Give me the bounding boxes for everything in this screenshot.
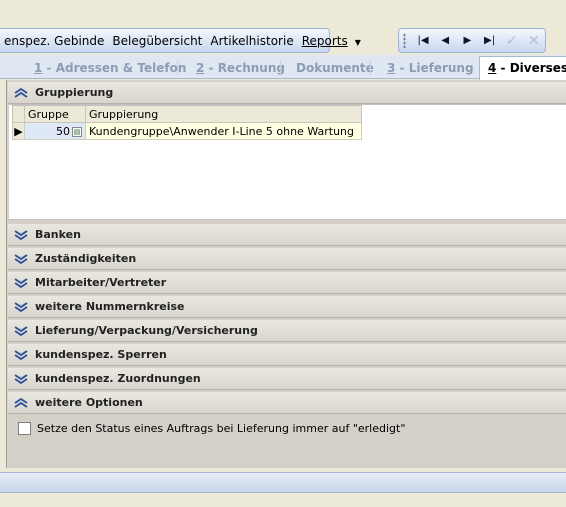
table-row[interactable]: ▶ 50 ▤ Kundengruppe\Anwender I-Line 5 ohn… — [12, 122, 362, 140]
tab-separator — [280, 61, 281, 75]
expand-chevron-icon — [13, 227, 29, 243]
section-title: kundenspez. Sperren — [35, 348, 167, 361]
expand-chevron-icon — [13, 371, 29, 387]
menu-item-gebinde[interactable]: enspez. Gebinde — [0, 34, 108, 48]
tab-rechnung[interactable]: 2 - Rechnung — [196, 58, 285, 79]
section-title: weitere Optionen — [35, 396, 143, 409]
weitere-optionen-panel: Setze den Status eines Auftrags bei Lief… — [8, 414, 566, 468]
tab-label: - Lieferung — [395, 61, 474, 75]
menu-bar: enspez. Gebinde Belegübersicht Artikelhi… — [0, 28, 361, 53]
status-option-row: Setze den Status eines Auftrags bei Lief… — [18, 422, 405, 435]
section-kundenspez-sperren[interactable]: kundenspez. Sperren — [8, 344, 566, 366]
cancel-icon[interactable]: ✕ — [523, 33, 545, 49]
status-erledigt-label: Setze den Status eines Auftrags bei Lief… — [37, 422, 406, 435]
reports-label: Reports — [301, 33, 348, 48]
expand-chevron-icon — [13, 275, 29, 291]
tab-label: Dokumente — [296, 61, 374, 75]
current-row-indicator-icon: ▶ — [12, 122, 25, 140]
tab-label: - Adressen & Telefon — [42, 61, 187, 75]
tab-label: - Diverses — [496, 61, 566, 75]
section-title: weitere Nummernkreise — [35, 300, 185, 313]
section-weitere-optionen[interactable]: weitere Optionen — [8, 392, 566, 414]
gruppierung-cell[interactable]: Kundengruppe\Anwender I-Line 5 ohne Wart… — [85, 122, 362, 140]
section-title: Lieferung/Verpackung/Versicherung — [35, 324, 258, 337]
tab-diverses[interactable]: 4 - Diverses — [479, 56, 566, 80]
bottom-status-bar — [0, 472, 566, 493]
grid-header-row: Gruppe Gruppierung — [12, 105, 362, 123]
tab-separator — [370, 61, 371, 75]
tab-dokumente[interactable]: Dokumente — [296, 58, 374, 79]
content-area: Gruppierung Gruppe Gruppierung ▶ 50 ▤ Kun… — [6, 80, 566, 468]
section-kundenspez-zuordnungen[interactable]: kundenspez. Zuordnungen — [8, 368, 566, 390]
tab-separator — [177, 61, 178, 75]
column-header-gruppe[interactable]: Gruppe — [24, 105, 86, 123]
section-title: Gruppierung — [35, 86, 114, 99]
section-mitarbeiter-vertreter[interactable]: Mitarbeiter/Vertreter — [8, 272, 566, 294]
tab-label: - Rechnung — [204, 61, 285, 75]
section-gruppierung[interactable]: Gruppierung — [8, 82, 566, 104]
menu-item-artikelhistorie[interactable]: Artikelhistorie — [206, 34, 297, 48]
dropdown-arrow-icon: ▼ — [354, 37, 361, 47]
gruppierung-grid: Gruppe Gruppierung ▶ 50 ▤ Kundengruppe\An… — [12, 105, 362, 140]
tab-strip: 1 - Adressen & Telefon 2 - Rechnung Doku… — [0, 55, 566, 80]
menu-item-reports[interactable]: Reports ▼ — [298, 34, 369, 48]
section-banken[interactable]: Banken — [8, 224, 566, 246]
next-record-icon[interactable]: ▶ — [456, 35, 478, 46]
toolbar-grip-icon[interactable] — [403, 33, 406, 48]
section-lieferung-verpackung[interactable]: Lieferung/Verpackung/Versicherung — [8, 320, 566, 342]
record-navigation-toolbar: |◀ ◀ ▶ ▶| ✓ ✕ — [398, 28, 546, 53]
last-record-icon[interactable]: ▶| — [478, 35, 500, 46]
previous-record-icon[interactable]: ◀ — [434, 35, 456, 46]
column-header-gruppierung[interactable]: Gruppierung — [85, 105, 362, 123]
section-title: kundenspez. Zuordnungen — [35, 372, 201, 385]
collapse-chevron-icon — [13, 395, 29, 411]
expand-chevron-icon — [13, 347, 29, 363]
menu-item-beleguebersicht[interactable]: Belegübersicht — [108, 34, 206, 48]
confirm-icon[interactable]: ✓ — [501, 33, 523, 49]
section-zustaendigkeiten[interactable]: Zuständigkeiten — [8, 248, 566, 270]
status-erledigt-checkbox[interactable] — [18, 422, 31, 435]
section-title: Zuständigkeiten — [35, 252, 137, 265]
section-title: Mitarbeiter/Vertreter — [35, 276, 167, 289]
expand-chevron-icon — [13, 251, 29, 267]
row-header-corner — [12, 105, 25, 123]
expand-chevron-icon — [13, 323, 29, 339]
gruppe-value: 50 — [56, 124, 70, 138]
first-record-icon[interactable]: |◀ — [412, 35, 434, 46]
expand-chevron-icon — [13, 299, 29, 315]
section-weitere-nummernkreise[interactable]: weitere Nummernkreise — [8, 296, 566, 318]
gruppe-cell[interactable]: 50 ▤ — [24, 122, 86, 140]
tab-adressen-telefon[interactable]: 1 - Adressen & Telefon — [34, 58, 186, 79]
collapse-chevron-icon — [13, 85, 29, 101]
lookup-icon[interactable]: ▤ — [72, 126, 82, 137]
section-title: Banken — [35, 228, 81, 241]
tab-lieferung[interactable]: 3 - Lieferung — [387, 58, 474, 79]
gruppierung-panel: Gruppe Gruppierung ▶ 50 ▤ Kundengruppe\An… — [9, 104, 566, 220]
